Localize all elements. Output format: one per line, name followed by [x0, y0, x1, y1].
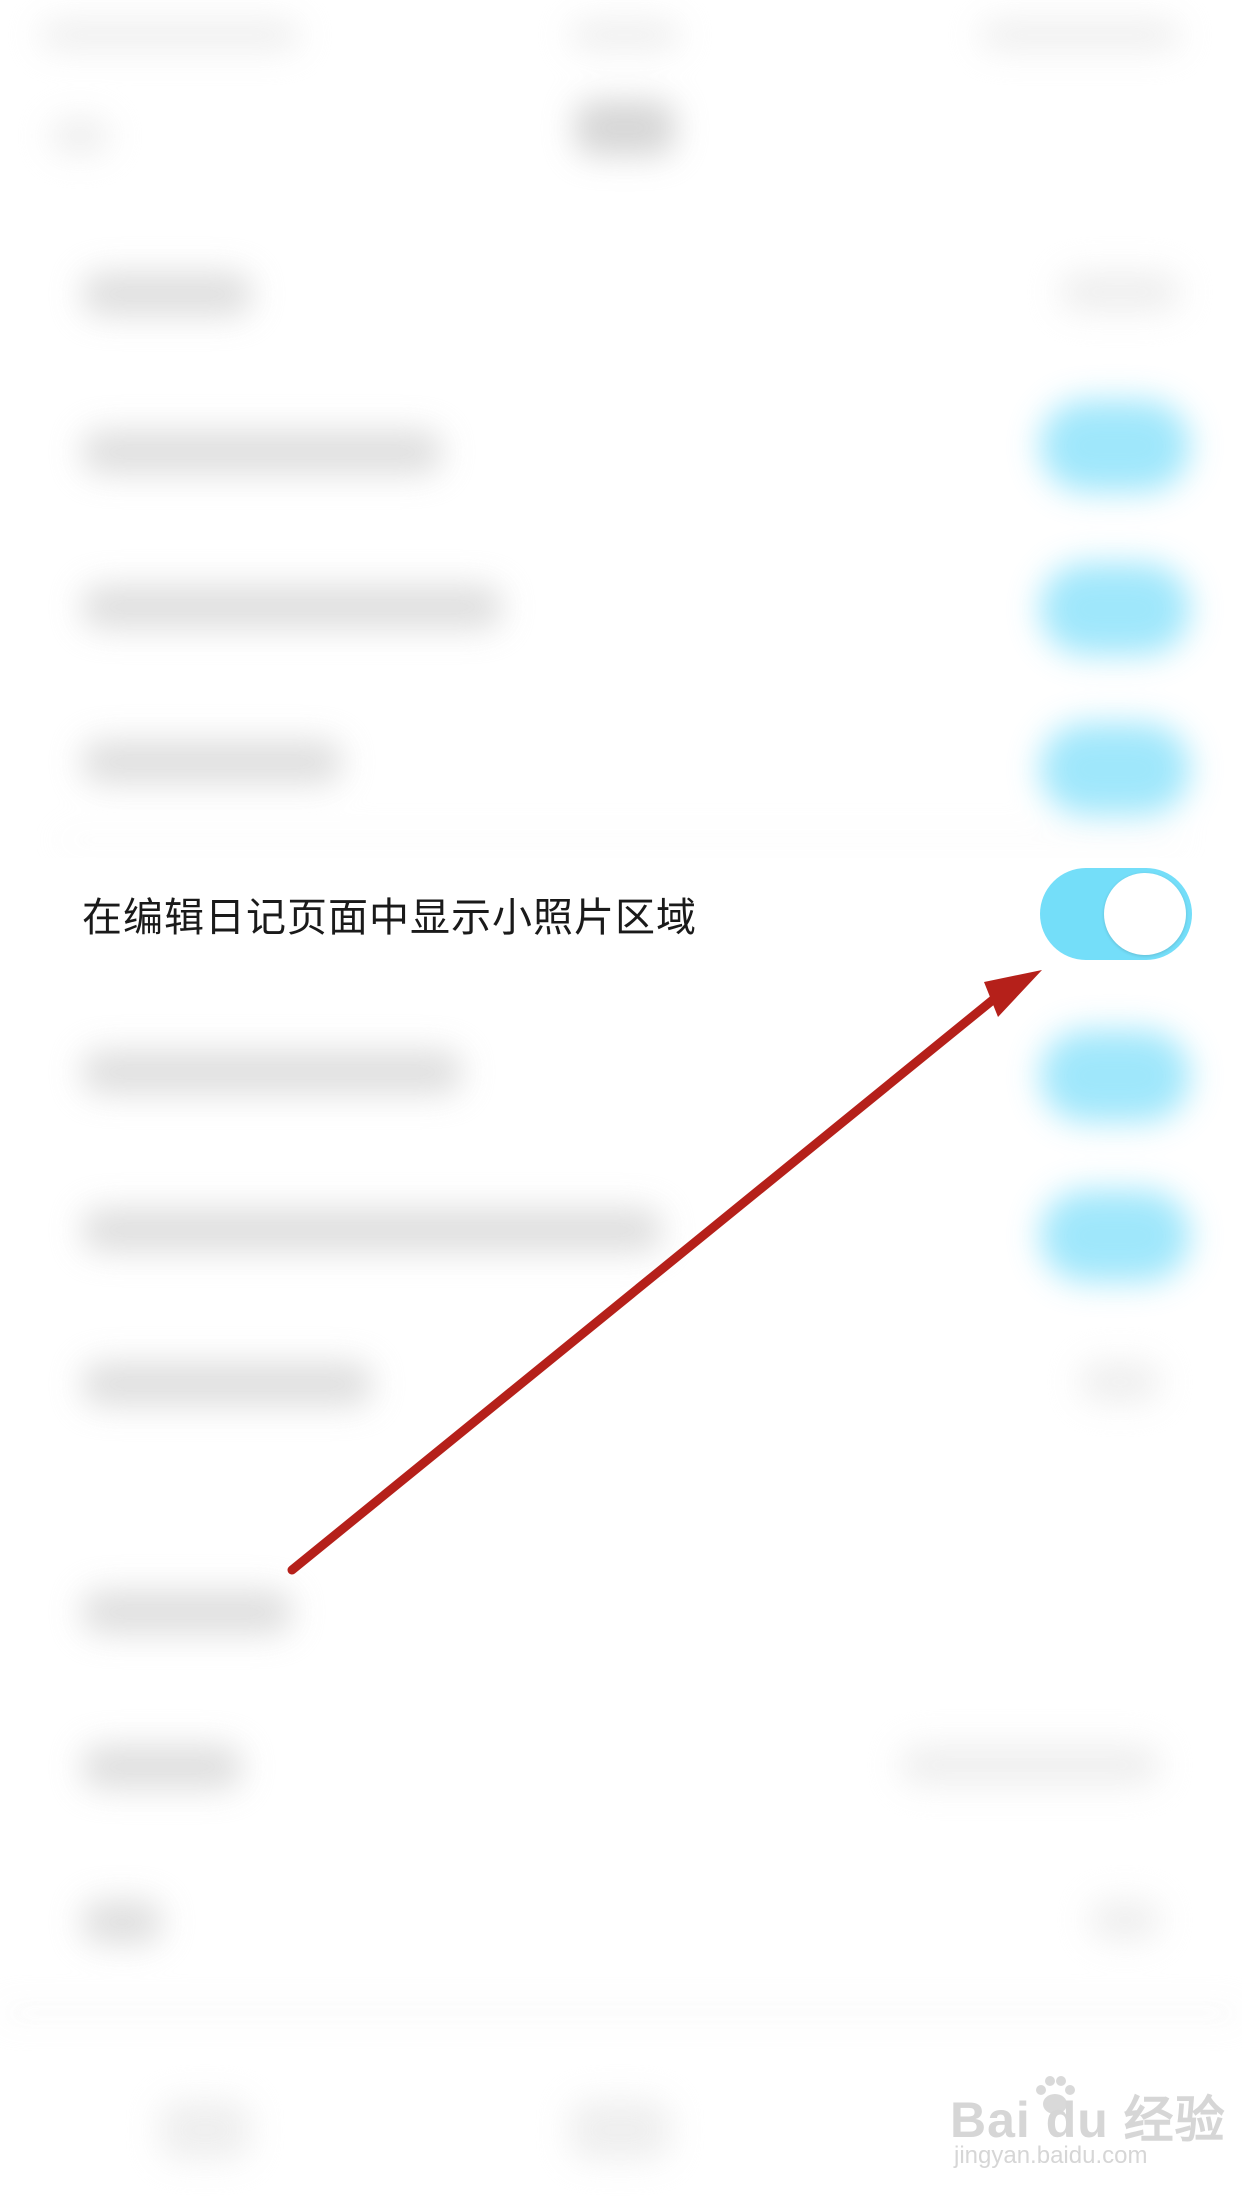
setting-row-show-small-photo-area: 在编辑日记页面中显示小照片区域	[0, 858, 1242, 978]
watermark-url: jingyan.baidu.com	[954, 2142, 1148, 2169]
baidu-jingyan-watermark: Bai du 经验 jingyan.baidu.com	[950, 2070, 1225, 2180]
setting-label: 在编辑日记页面中显示小照片区域	[82, 895, 697, 941]
toggle-knob	[1104, 873, 1186, 955]
blurred-background	[0, 0, 1242, 2208]
settings-screen: 在编辑日记页面中显示小照片区域 Bai du 经验 jingyan.baidu.…	[0, 0, 1242, 2208]
show-small-photo-toggle[interactable]	[1040, 868, 1192, 960]
